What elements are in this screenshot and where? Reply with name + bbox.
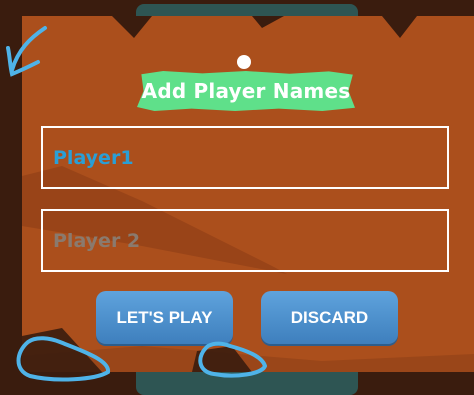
lets-play-button[interactable]: LET'S PLAY [96, 291, 233, 344]
game-screen: Add Player Names Player1 Player 2 LET'S … [0, 0, 474, 395]
player2-placeholder: Player 2 [53, 229, 141, 252]
panel-bottom-tab [136, 372, 358, 395]
panel-texture [22, 16, 474, 372]
title-banner: Add Player Names [137, 71, 355, 111]
dialog-title: Add Player Names [141, 79, 351, 103]
decorative-dot [237, 55, 251, 69]
player1-value: Player1 [53, 146, 134, 169]
add-players-dialog [22, 16, 474, 372]
player2-input[interactable]: Player 2 [41, 209, 449, 272]
discard-button[interactable]: DISCARD [261, 291, 398, 344]
player1-input[interactable]: Player1 [41, 126, 449, 189]
